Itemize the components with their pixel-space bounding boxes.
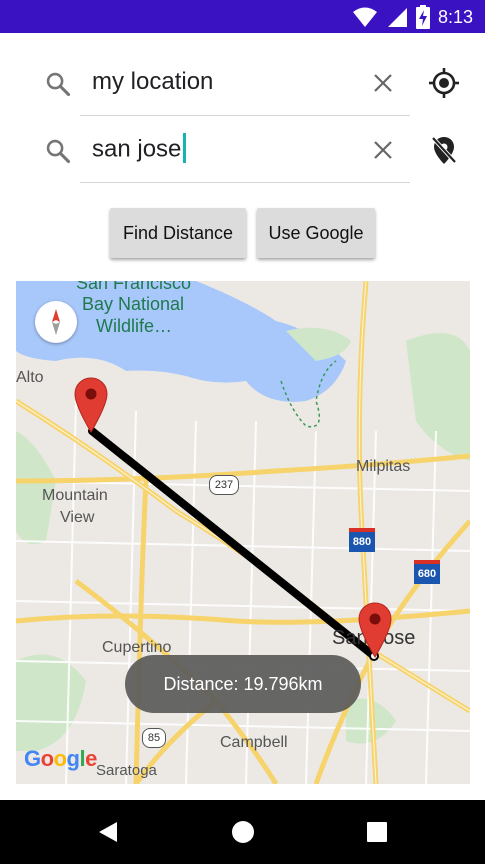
route-shield-680: 680 [414, 560, 440, 584]
compass-icon[interactable] [35, 301, 77, 343]
map-label: San Francisco [76, 281, 192, 293]
map-label: Saratoga [96, 762, 157, 779]
search-icon [46, 72, 71, 97]
map-label: Mountain [42, 487, 108, 504]
signal-icon [387, 8, 407, 27]
map-label: Wildlife… [96, 316, 173, 336]
recents-icon[interactable] [367, 822, 387, 842]
map-label: Milpitas [356, 458, 411, 475]
origin-field-value: my location [92, 68, 214, 95]
map-label: Alto [16, 369, 44, 386]
destination-field-underline [80, 182, 410, 183]
route-shield-880: 880 [349, 528, 375, 552]
map-label: Bay National [82, 294, 185, 314]
route-shield-237: 237 [209, 475, 239, 495]
origin-field-underline [80, 115, 410, 116]
back-icon[interactable] [96, 820, 120, 844]
wifi-icon [352, 7, 377, 27]
status-time: 8:13 [437, 6, 473, 27]
origin-marker-icon[interactable] [74, 377, 108, 433]
destination-row: san jose [0, 117, 485, 183]
destination-field[interactable]: san jose [80, 117, 410, 183]
find-distance-button[interactable]: Find Distance [110, 208, 246, 258]
text-cursor [183, 133, 187, 163]
home-icon[interactable] [231, 820, 255, 844]
navigation-bar [0, 800, 485, 864]
origin-field[interactable]: my location [80, 50, 410, 116]
use-google-button[interactable]: Use Google [257, 208, 375, 258]
map-label: View [60, 509, 95, 526]
google-logo: Google [24, 746, 97, 771]
close-icon[interactable] [372, 72, 394, 94]
search-icon [46, 139, 71, 164]
location-off-icon[interactable] [428, 134, 460, 166]
distance-toast: Distance: 19.796km [125, 655, 361, 713]
destination-marker-icon[interactable] [358, 602, 392, 658]
map-label: Campbell [220, 734, 288, 751]
origin-row: my location [0, 50, 485, 116]
my-location-icon[interactable] [428, 67, 460, 99]
destination-field-value: san jose [92, 133, 187, 165]
close-icon[interactable] [372, 139, 394, 161]
status-bar: 8:13 [0, 0, 485, 33]
battery-charging-icon [415, 5, 430, 29]
route-line [88, 427, 378, 660]
route-shield-85: 85 [142, 728, 166, 748]
